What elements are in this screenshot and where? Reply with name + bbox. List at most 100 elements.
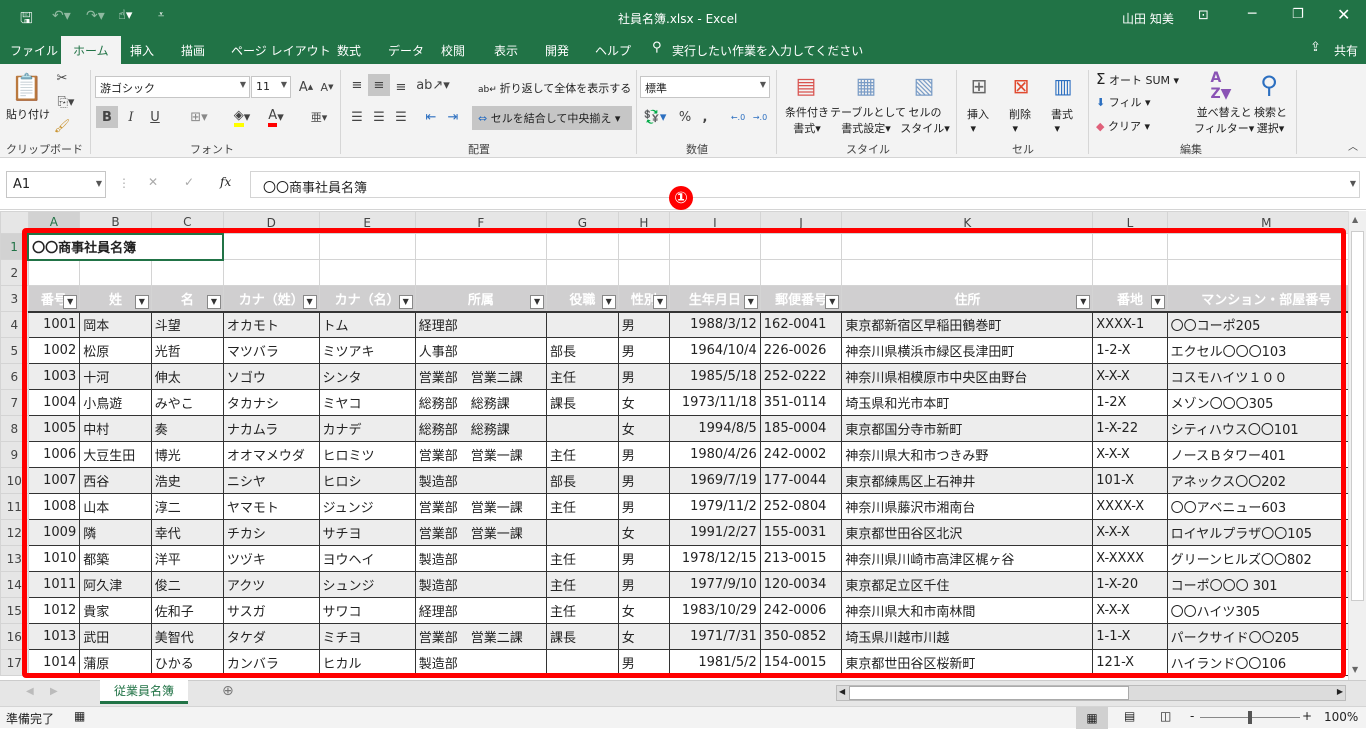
table-cell[interactable]: 女	[618, 623, 671, 650]
table-cell[interactable]: 西谷	[79, 467, 152, 494]
row-header-4[interactable]: 4	[0, 311, 29, 338]
filter-dropdown-icon[interactable]: ▼	[530, 294, 545, 309]
sort-filter-icon[interactable]: A Z▼	[1206, 70, 1236, 102]
table-cell[interactable]: 東京都世田谷区北沢	[841, 519, 1094, 546]
cell[interactable]	[318, 233, 416, 260]
next-sheet-icon[interactable]: ▶	[50, 686, 58, 697]
increase-decimal-icon[interactable]: ←.0	[728, 106, 748, 128]
table-cell[interactable]: 主任	[546, 571, 619, 598]
table-cell[interactable]: 蒲原	[79, 649, 152, 676]
cell[interactable]	[318, 259, 416, 286]
redo-icon[interactable]: ↷▾	[86, 8, 105, 24]
table-cell[interactable]: 課長	[546, 623, 619, 650]
table-cell[interactable]: 女	[618, 519, 671, 546]
table-cell[interactable]: 武田	[79, 623, 152, 650]
table-cell[interactable]: 1988/3/12	[669, 311, 761, 338]
tab-file[interactable]: ファイル	[10, 40, 58, 61]
table-cell[interactable]: 営業部 営業二課	[415, 363, 548, 390]
orientation-icon[interactable]: ab↗▾	[416, 74, 450, 96]
format-as-table-button[interactable]: テーブルとして 書式設定▾	[830, 104, 906, 136]
column-header-C[interactable]: C	[150, 211, 224, 234]
table-cell[interactable]: ロイヤルプラザ〇〇105	[1167, 519, 1366, 546]
align-top-icon[interactable]: ≡	[346, 74, 368, 96]
touch-mode-icon[interactable]: ☝▾	[118, 8, 132, 23]
table-cell[interactable]: ノースＢタワー401	[1167, 441, 1366, 468]
table-cell[interactable]: トム	[319, 311, 416, 338]
align-left-icon[interactable]: ☰	[346, 106, 368, 128]
table-cell[interactable]: 男	[618, 649, 671, 676]
table-cell[interactable]: ひかる	[151, 649, 224, 676]
delete-cells-button[interactable]: 削除 ▾	[1009, 106, 1031, 135]
customize-qat-icon[interactable]: ⩡	[158, 8, 164, 22]
table-cell[interactable]: 部長	[546, 337, 619, 364]
table-cell[interactable]: 博光	[151, 441, 224, 468]
table-cell[interactable]: 1012	[28, 597, 81, 624]
table-cell[interactable]: 女	[618, 597, 671, 624]
align-bottom-icon[interactable]: ≡	[390, 76, 412, 98]
cell[interactable]	[1166, 259, 1366, 286]
merge-center-button[interactable]: ⇔ セルを結合して中央揃え ▾	[472, 106, 632, 130]
table-cell[interactable]: 都築	[79, 545, 152, 572]
close-button[interactable]: ✕	[1337, 5, 1350, 24]
table-cell[interactable]: 経理部	[415, 311, 548, 338]
table-cell[interactable]: 主任	[546, 441, 619, 468]
table-cell[interactable]: 〇〇コーポ205	[1167, 311, 1366, 338]
table-cell[interactable]: 光哲	[151, 337, 224, 364]
table-cell[interactable]: 1-2-X	[1092, 337, 1168, 364]
table-cell[interactable]: 中村	[79, 415, 152, 442]
filter-dropdown-icon[interactable]: ▼	[1150, 294, 1165, 309]
row-header-3[interactable]: 3	[0, 285, 29, 312]
table-cell[interactable]: 252-0222	[760, 363, 843, 390]
tab-developer[interactable]: 開発	[545, 40, 569, 61]
cell[interactable]	[841, 259, 1094, 286]
row-header-17[interactable]: 17	[0, 649, 29, 676]
wrap-text-button[interactable]: ab↵ 折り返して全体を表示する	[478, 80, 631, 96]
table-cell[interactable]	[546, 415, 619, 442]
cell[interactable]	[1166, 233, 1366, 260]
table-cell[interactable]: アネックス〇〇202	[1167, 467, 1366, 494]
table-cell[interactable]: オオマメウダ	[223, 441, 320, 468]
row-header-9[interactable]: 9	[0, 441, 29, 468]
table-cell[interactable]: 〇〇アベニュー603	[1167, 493, 1366, 520]
table-header-cell[interactable]: 姓 ▼	[79, 285, 152, 313]
filter-dropdown-icon[interactable]: ▼	[601, 294, 616, 309]
normal-view-icon[interactable]: ▦	[1076, 707, 1108, 729]
cell-styles-button[interactable]: セルの スタイル▾	[900, 104, 950, 136]
enter-icon[interactable]: ✓	[184, 175, 194, 189]
table-cell[interactable]	[546, 649, 619, 676]
table-cell[interactable]: 1991/2/27	[669, 519, 761, 546]
decrease-decimal-icon[interactable]: →.0	[750, 106, 770, 128]
table-header-cell[interactable]: カナ（名） ▼	[318, 285, 416, 313]
underline-button[interactable]: U	[144, 106, 166, 128]
row-header-11[interactable]: 11	[0, 493, 29, 520]
table-cell[interactable]: 男	[618, 467, 671, 494]
row-header-2[interactable]: 2	[0, 259, 29, 286]
column-header-B[interactable]: B	[79, 211, 152, 234]
table-cell[interactable]: 1014	[28, 649, 81, 676]
table-cell[interactable]: 1969/7/19	[669, 467, 761, 494]
table-cell[interactable]: 1007	[28, 467, 81, 494]
table-cell[interactable]: 1001	[28, 311, 81, 338]
table-cell[interactable]: サワコ	[319, 597, 416, 624]
insert-cells-button[interactable]: 挿入 ▾	[967, 106, 989, 135]
table-cell[interactable]: 162-0041	[760, 311, 843, 338]
save-icon[interactable]: 🖫	[20, 8, 33, 33]
share-button[interactable]: 共有	[1334, 40, 1358, 61]
table-header-cell[interactable]: 番地 ▼	[1092, 285, 1168, 313]
table-cell[interactable]: 神奈川県川崎市高津区梶ヶ谷	[841, 545, 1094, 572]
table-cell[interactable]: 埼玉県和光市本町	[841, 389, 1094, 416]
vertical-scroll-thumb[interactable]	[1351, 231, 1364, 601]
table-header-cell[interactable]: 所属 ▼	[414, 285, 548, 313]
column-header-F[interactable]: F	[414, 211, 548, 234]
row-header-14[interactable]: 14	[0, 571, 29, 598]
copy-icon[interactable]: ⎘▾	[52, 92, 80, 112]
table-cell[interactable]: 俊二	[151, 571, 224, 598]
conditional-formatting-icon[interactable]: ▤	[790, 70, 822, 102]
table-cell[interactable]: 奏	[151, 415, 224, 442]
table-cell[interactable]: 男	[618, 441, 671, 468]
table-cell[interactable]: 1964/10/4	[669, 337, 761, 364]
table-cell[interactable]: 淳二	[151, 493, 224, 520]
table-cell[interactable]: 351-0114	[760, 389, 843, 416]
cell[interactable]	[617, 233, 671, 260]
table-cell[interactable]: 1013	[28, 623, 81, 650]
